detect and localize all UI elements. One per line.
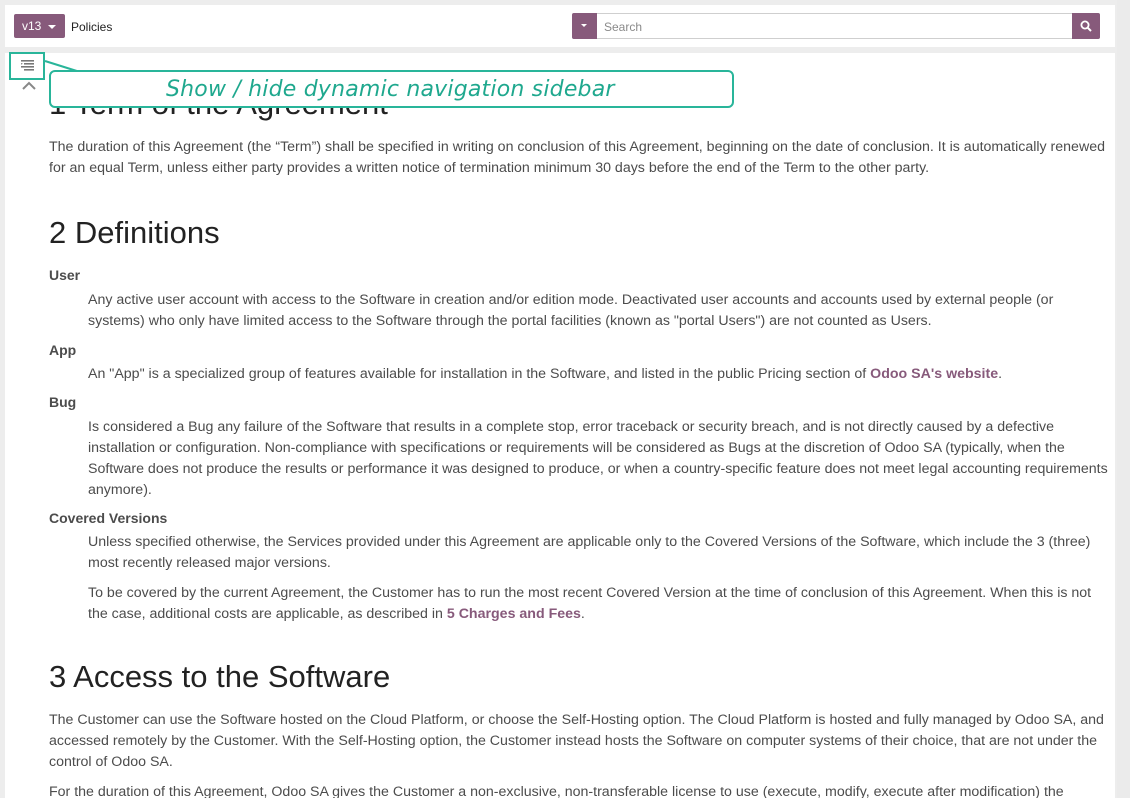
definition-app-text: An "App" is a specialized group of featu… <box>88 366 871 382</box>
chevron-down-icon <box>581 24 587 27</box>
search-icon <box>1080 20 1092 32</box>
page-scrollbar[interactable] <box>1117 0 1130 798</box>
section-2-title: 2 Definitions <box>49 215 220 250</box>
document-content: 1 Term of the Agreement The duration of … <box>5 53 1115 798</box>
annotation-callout: Show / hide dynamic navigation sidebar <box>49 70 734 108</box>
charges-and-fees-link[interactable]: 5 Charges and Fees <box>447 606 581 622</box>
search-input[interactable] <box>604 18 1044 35</box>
search-scope-dropdown[interactable] <box>572 13 597 39</box>
definition-bug: Is considered a Bug any failure of the S… <box>88 419 1108 498</box>
section-3-text-1: The Customer can use the Software hosted… <box>49 712 1104 770</box>
definition-covered-versions: Unless specified otherwise, the Services… <box>88 534 1091 571</box>
definition-term-covered-versions: Covered Versions <box>49 510 168 526</box>
search-button[interactable] <box>1072 13 1100 39</box>
callout-text: Show / hide dynamic navigation sidebar <box>166 77 615 102</box>
section-3-text-2: For the duration of this Agreement, Odoo… <box>49 784 1064 798</box>
definition-app-end: . <box>998 366 1003 382</box>
search-box <box>572 13 1100 39</box>
definition-term-user: User <box>49 267 81 283</box>
definition-covered-versions-2-end: . <box>580 606 585 622</box>
definition-user: Any active user account with access to t… <box>88 292 1054 329</box>
section-1-text: The duration of this Agreement (the “Ter… <box>49 139 1105 176</box>
definition-term-app: App <box>49 342 77 358</box>
odoo-website-link[interactable]: Odoo SA's website <box>870 366 998 382</box>
definition-covered-versions-2: To be covered by the current Agreement, … <box>88 583 1111 625</box>
definition-term-bug: Bug <box>49 394 77 410</box>
definition-covered-versions-2-text: To be covered by the current Agreement, … <box>88 585 1092 622</box>
definition-app: An "App" is a specialized group of featu… <box>88 364 1111 385</box>
section-3-title: 3 Access to the Software <box>49 659 391 694</box>
